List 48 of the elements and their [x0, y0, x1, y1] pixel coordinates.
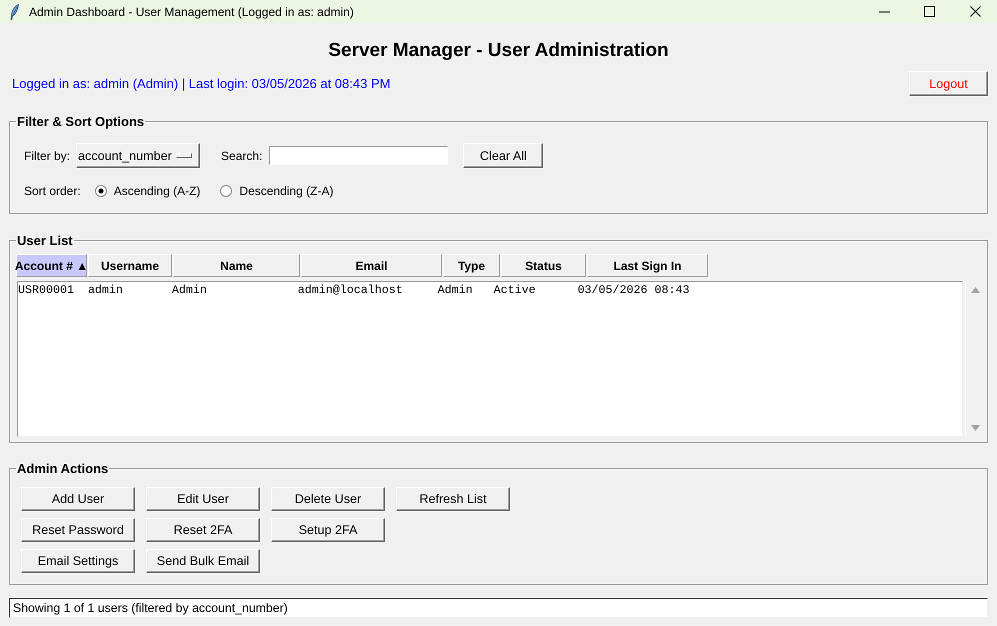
column-header[interactable]: Username — [88, 254, 172, 277]
action-button[interactable]: Delete User — [271, 487, 385, 511]
maximize-icon[interactable] — [924, 6, 935, 17]
list-cell-text: Admin — [438, 283, 474, 298]
action-button[interactable]: Reset Password — [21, 518, 135, 542]
list-cell-text: USR00001 — [18, 283, 75, 298]
action-button[interactable]: Refresh List — [396, 487, 510, 511]
radio-label[interactable]: Ascending (A-Z) — [114, 184, 200, 198]
sort-label: Sort order: — [24, 184, 81, 198]
logout-button[interactable]: Logout — [909, 71, 988, 96]
section-title: Filter & Sort Options — [16, 114, 146, 129]
scroll-down-arrow-icon[interactable] — [971, 425, 980, 431]
feather-icon — [10, 4, 19, 20]
scroll-up-arrow-icon[interactable] — [971, 287, 980, 293]
action-button[interactable]: Add User — [21, 487, 135, 511]
column-header[interactable]: Name — [173, 254, 300, 277]
action-button[interactable]: Setup 2FA — [271, 518, 385, 542]
action-button[interactable]: Edit User — [146, 487, 260, 511]
list-cell-text: 03/05/2026 08:43 — [578, 283, 690, 298]
column-header[interactable]: Account # ▲ — [16, 254, 87, 277]
status-bar: Showing 1 of 1 users (filtered by account_number) — [9, 598, 988, 618]
window-title: Admin Dashboard - User Management (Logged in as: admin) — [29, 4, 355, 18]
column-header[interactable]: Status — [501, 254, 586, 277]
column-header[interactable]: Email — [301, 254, 442, 277]
action-button[interactable]: Email Settings — [21, 549, 135, 573]
session-info: Logged in as: admin (Admin) | Last login: 03/05/2026 at 08:43 PM — [11, 76, 390, 91]
action-button[interactable]: Send Bulk Email — [146, 549, 260, 573]
radio-label[interactable]: Descending (Z-A) — [239, 184, 334, 198]
radio-button[interactable] — [220, 185, 232, 197]
section-title: User List — [16, 233, 74, 248]
filter-label: Filter by: — [24, 148, 70, 162]
dropdown-indicator-icon — [176, 153, 192, 158]
radio-button[interactable] — [94, 185, 107, 197]
page-title: Server Manager - User Administration — [328, 39, 669, 63]
action-button[interactable]: Reset 2FA — [146, 518, 260, 542]
clear-all-button[interactable]: Clear All — [463, 143, 544, 168]
column-header[interactable]: Type — [443, 254, 500, 277]
close-icon[interactable] — [970, 6, 981, 17]
search-field[interactable] — [269, 146, 448, 165]
section-title: Admin Actions — [16, 461, 110, 476]
list-cell-text: Active — [494, 283, 537, 298]
list-cell-text: Admin — [172, 283, 208, 298]
list-cell-text: admin@localhost — [298, 283, 404, 298]
search-label: Search: — [221, 148, 262, 162]
column-header[interactable]: Last Sign In — [587, 254, 708, 277]
minimize-icon[interactable] — [879, 10, 890, 12]
filter-dropdown[interactable]: account_number — [76, 143, 200, 168]
list-cell-text: admin — [88, 283, 124, 298]
